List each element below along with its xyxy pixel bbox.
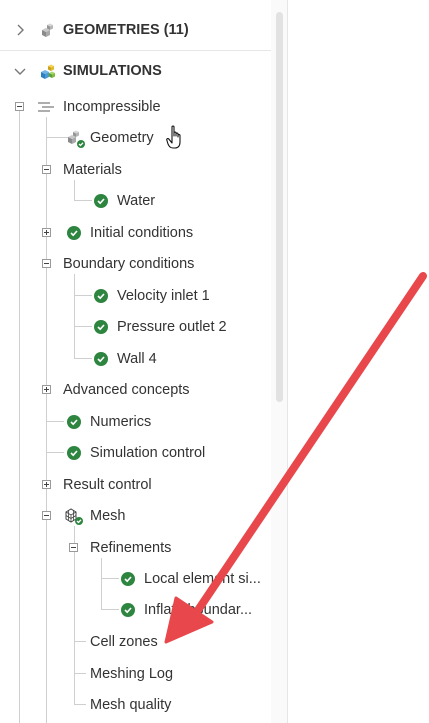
collapse-toggle-icon[interactable] <box>15 102 24 111</box>
check-icon <box>94 289 108 303</box>
hand-cursor-icon <box>166 125 186 151</box>
geometries-cube-icon <box>38 21 56 39</box>
tree-item-label: Meshing Log <box>90 666 174 682</box>
tree-item-local-element-size[interactable]: Local element si... <box>121 566 261 592</box>
tree-line <box>101 609 119 610</box>
tree-line <box>46 137 68 138</box>
check-icon <box>121 572 135 586</box>
tree-item-incompressible[interactable]: Incompressible <box>36 94 161 120</box>
simulation-type-icon <box>36 100 56 114</box>
tree-item-inflate-boundary[interactable]: Inflate boundar... <box>121 597 252 623</box>
tree-item-mesh-quality[interactable]: Mesh quality <box>90 692 171 718</box>
tree-line <box>74 326 92 327</box>
tree-item-initial-conditions[interactable]: Initial conditions <box>67 220 193 246</box>
tree-line <box>101 578 119 579</box>
tree-item-label: Incompressible <box>63 99 161 115</box>
tree-item-label: Wall 4 <box>117 351 157 367</box>
collapse-toggle-icon[interactable] <box>69 543 78 552</box>
tree-item-velocity-inlet-1[interactable]: Velocity inlet 1 <box>94 283 210 309</box>
check-icon <box>121 603 135 617</box>
simulations-cube-icon <box>38 62 56 80</box>
tree-item-label: Inflate boundar... <box>144 602 253 618</box>
tree-item-label: Pressure outlet 2 <box>117 319 227 335</box>
mesh-valid-icon <box>64 506 84 526</box>
tree-item-geometry[interactable]: Geometry <box>66 125 154 151</box>
tree-line <box>74 295 92 296</box>
simulations-header-label: SIMULATIONS <box>63 63 162 79</box>
tree-item-refinements[interactable]: Refinements <box>90 535 171 561</box>
tree-item-numerics[interactable]: Numerics <box>67 409 151 435</box>
tree-item-label: Geometry <box>90 130 154 146</box>
chevron-down-icon[interactable] <box>14 65 26 77</box>
tree-line <box>74 526 75 704</box>
tree-item-result-control[interactable]: Result control <box>63 472 152 498</box>
check-icon <box>94 194 108 208</box>
tree-item-label: Boundary conditions <box>63 256 195 272</box>
tree-item-pressure-outlet-2[interactable]: Pressure outlet 2 <box>94 314 227 340</box>
check-icon <box>67 415 81 429</box>
tree-line <box>74 358 92 359</box>
tree-item-label: Initial conditions <box>90 225 194 241</box>
tree-line <box>74 641 86 642</box>
geometry-valid-icon <box>66 128 86 148</box>
check-icon <box>94 320 108 334</box>
geometries-header-label: GEOMETRIES (11) <box>63 22 189 38</box>
scrollbar-thumb[interactable] <box>276 12 283 402</box>
tree-line <box>46 452 64 453</box>
section-divider <box>0 50 271 51</box>
check-icon <box>94 352 108 366</box>
tree-line <box>74 180 75 200</box>
check-icon <box>67 446 81 460</box>
tree-item-water[interactable]: Water <box>94 188 155 214</box>
tree-item-label: Refinements <box>90 540 172 556</box>
simulations-section-header[interactable]: SIMULATIONS <box>0 53 271 89</box>
tree-item-label: Mesh <box>90 508 126 524</box>
expand-toggle-icon[interactable] <box>42 385 51 394</box>
collapse-toggle-icon[interactable] <box>42 511 51 520</box>
tree-item-label: Simulation control <box>90 445 206 461</box>
expand-toggle-icon[interactable] <box>42 480 51 489</box>
tree-item-label: Local element si... <box>144 571 261 587</box>
tree-line <box>46 421 64 422</box>
tree-line <box>74 704 86 705</box>
tree-line <box>74 274 75 358</box>
tree-item-materials[interactable]: Materials <box>63 157 122 183</box>
tree-item-label: Mesh quality <box>90 697 172 713</box>
chevron-right-icon[interactable] <box>14 24 26 36</box>
tree-item-label: Water <box>117 193 156 209</box>
tree-line <box>74 200 92 201</box>
tree-item-cell-zones[interactable]: Cell zones <box>90 629 158 655</box>
tree-item-advanced-concepts[interactable]: Advanced concepts <box>63 377 190 403</box>
collapse-toggle-icon[interactable] <box>42 165 51 174</box>
tree-item-label: Advanced concepts <box>63 382 190 398</box>
geometries-section-header[interactable]: GEOMETRIES (11) <box>0 12 271 48</box>
expand-toggle-icon[interactable] <box>42 228 51 237</box>
tree-line <box>19 111 20 723</box>
tree-line <box>46 117 47 723</box>
check-icon <box>67 226 81 240</box>
tree-item-label: Materials <box>63 162 122 178</box>
tree-line <box>74 673 86 674</box>
tree-item-wall-4[interactable]: Wall 4 <box>94 346 157 372</box>
tree-item-label: Cell zones <box>90 634 158 650</box>
tree-item-label: Numerics <box>90 414 152 430</box>
tree-item-label: Velocity inlet 1 <box>117 288 210 304</box>
simulation-tree-panel: GEOMETRIES (11) SIMULATIONS Incompressib… <box>0 0 288 723</box>
tree-item-simulation-control[interactable]: Simulation control <box>67 440 205 466</box>
tree-line <box>101 558 102 610</box>
tree-item-meshing-log[interactable]: Meshing Log <box>90 661 173 687</box>
collapse-toggle-icon[interactable] <box>42 259 51 268</box>
tree-item-label: Result control <box>63 477 152 493</box>
tree-item-boundary-conditions[interactable]: Boundary conditions <box>63 251 194 277</box>
tree-item-mesh[interactable]: Mesh <box>64 503 125 529</box>
